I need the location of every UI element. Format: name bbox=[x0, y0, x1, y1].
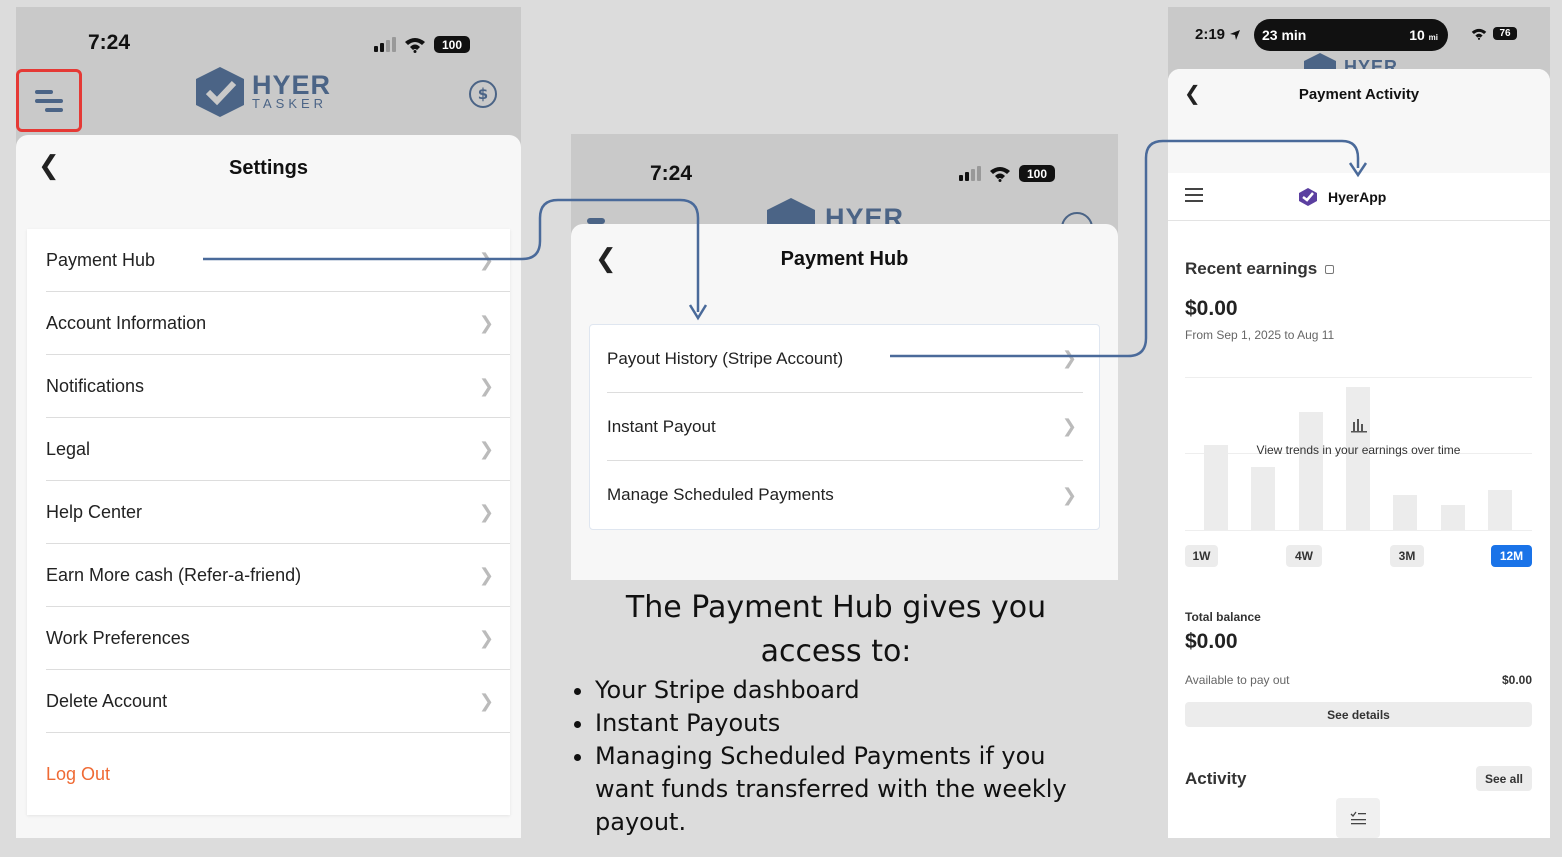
connector-settings-to-payment-hub bbox=[203, 198, 700, 312]
flow-connectors bbox=[203, 139, 1368, 358]
connector-payout-to-activity bbox=[890, 139, 1360, 358]
